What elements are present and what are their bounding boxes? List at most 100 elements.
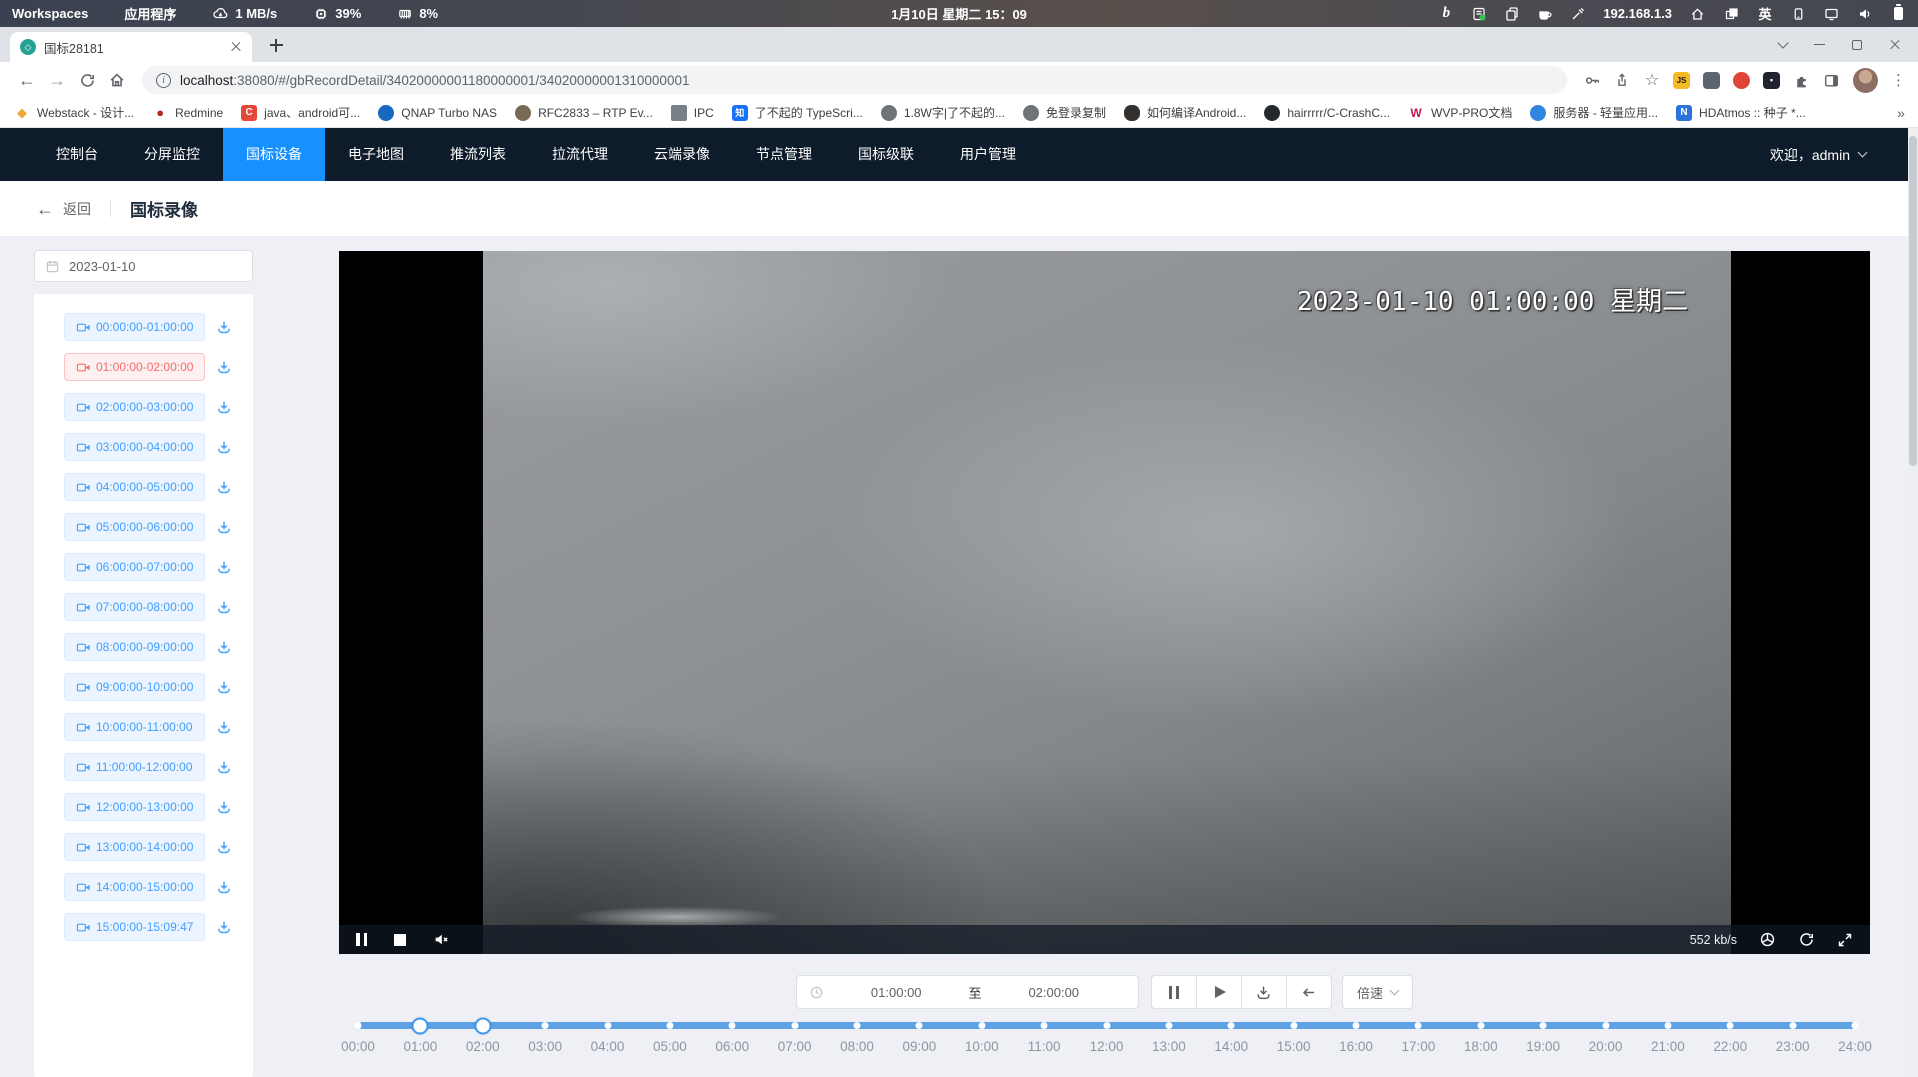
nav-tab[interactable]: 云端录像 (631, 128, 733, 181)
download-icon[interactable] (216, 559, 232, 575)
bookmark[interactable]: 服务器 - 轻量应用... (1530, 104, 1658, 121)
side-panel-icon[interactable] (1823, 72, 1840, 89)
download-icon[interactable] (216, 359, 232, 375)
new-tab-button[interactable] (262, 32, 290, 58)
tab-search-chevron-icon[interactable] (1777, 37, 1788, 48)
download-icon[interactable] (216, 479, 232, 495)
download-icon[interactable] (216, 519, 232, 535)
download-icon[interactable] (216, 879, 232, 895)
refresh-icon[interactable] (1798, 931, 1815, 948)
recording-button[interactable]: 14:00:00-15:00:00 (64, 873, 205, 901)
network-speed-indicator[interactable]: 1 MB/s (212, 6, 277, 22)
bookmark[interactable]: IPC (671, 105, 714, 121)
time-range-picker[interactable]: 01:00:00 至 02:00:00 (796, 975, 1139, 1009)
play-button[interactable] (1196, 975, 1242, 1009)
bookmark[interactable]: 免登录复制 (1023, 104, 1106, 121)
volume-icon[interactable] (1857, 5, 1873, 23)
share-icon[interactable] (1607, 65, 1637, 95)
download-icon[interactable] (216, 919, 232, 935)
nav-tab[interactable]: 国标设备 (223, 128, 325, 181)
display-icon[interactable] (1823, 5, 1840, 23)
back-button[interactable]: ← 返回 (36, 199, 91, 219)
page-scrollbar[interactable] (1908, 128, 1918, 1077)
download-icon[interactable] (216, 639, 232, 655)
nav-tab[interactable]: 控制台 (33, 128, 121, 181)
scrollbar-thumb[interactable] (1909, 136, 1917, 466)
browser-tab[interactable]: ◇ 国标28181 (10, 32, 252, 62)
extension-dark-icon[interactable]: ▪ (1763, 72, 1780, 89)
recording-button[interactable]: 07:00:00-08:00:00 (64, 593, 205, 621)
bookmark[interactable]: N HDAtmos :: 种子 *... (1676, 104, 1806, 121)
download-button[interactable] (1241, 975, 1287, 1009)
workspaces-switcher-icon[interactable] (1723, 5, 1740, 23)
download-icon[interactable] (216, 439, 232, 455)
download-icon[interactable] (216, 759, 232, 775)
caffeine-cup-icon[interactable] (1537, 5, 1553, 23)
window-minimize-icon[interactable] (1814, 44, 1825, 46)
pause-icon[interactable] (356, 933, 367, 946)
url-bar[interactable]: i localhost:38080/#/gbRecordDetail/34020… (142, 66, 1567, 94)
fullscreen-icon[interactable] (1837, 932, 1853, 948)
window-maximize-icon[interactable] (1852, 40, 1862, 50)
cpu-indicator[interactable]: 39% (313, 6, 361, 22)
back-icon[interactable]: ← (12, 65, 42, 95)
nav-tab[interactable]: 分屏监控 (121, 128, 223, 181)
download-icon[interactable] (216, 319, 232, 335)
forward-icon[interactable]: → (42, 65, 72, 95)
download-icon[interactable] (216, 719, 232, 735)
password-key-icon[interactable] (1577, 65, 1607, 95)
bookmark[interactable]: 如何编译Android... (1124, 104, 1246, 121)
reload-icon[interactable] (72, 65, 102, 95)
speed-dropdown[interactable]: 倍速 (1342, 975, 1413, 1009)
mute-icon[interactable] (433, 931, 450, 948)
browser-home-icon[interactable] (102, 65, 132, 95)
download-icon[interactable] (216, 799, 232, 815)
bookmark[interactable]: QNAP Turbo NAS (378, 105, 497, 121)
recording-button[interactable]: 10:00:00-11:00:00 (64, 713, 205, 741)
download-icon[interactable] (216, 599, 232, 615)
stop-icon[interactable] (394, 934, 406, 946)
bookmark[interactable]: 1.8W字|了不起的... (881, 104, 1005, 121)
recording-button[interactable]: 15:00:00-15:09:47 (64, 913, 205, 941)
extension-grey-icon[interactable] (1703, 72, 1720, 89)
recording-button[interactable]: 00:00:00-01:00:00 (64, 313, 205, 341)
home-icon[interactable] (1689, 5, 1706, 23)
battery-icon[interactable] (1890, 5, 1906, 23)
profile-avatar[interactable] (1853, 68, 1878, 93)
bookmark-star-icon[interactable]: ☆ (1637, 65, 1667, 95)
recording-button[interactable]: 13:00:00-14:00:00 (64, 833, 205, 861)
recording-button[interactable]: 04:00:00-05:00:00 (64, 473, 205, 501)
screenshot-indicator-icon[interactable] (1471, 5, 1487, 23)
extensions-puzzle-icon[interactable] (1793, 72, 1810, 89)
tab-close-icon[interactable] (230, 41, 242, 53)
recording-button[interactable]: 03:00:00-04:00:00 (64, 433, 205, 461)
applications-button[interactable]: 应用程序 (124, 4, 176, 23)
user-menu[interactable]: 欢迎，admin (1770, 128, 1866, 181)
bookmark[interactable]: RFC2833 – RTP Ev... (515, 105, 653, 121)
bookmark[interactable]: hairrrrr/C-CrashC... (1264, 105, 1390, 121)
workspaces-button[interactable]: Workspaces (12, 6, 88, 21)
clipboard-copy-icon[interactable] (1504, 5, 1520, 23)
bookmark[interactable]: ◆ Webstack - 设计... (14, 104, 134, 121)
bookmarks-overflow-chevron[interactable]: » (1884, 98, 1918, 127)
nav-tab[interactable]: 电子地图 (325, 128, 427, 181)
recording-button[interactable]: 02:00:00-03:00:00 (64, 393, 205, 421)
recording-button[interactable]: 06:00:00-07:00:00 (64, 553, 205, 581)
range-start-value[interactable]: 01:00:00 (824, 985, 969, 1000)
recording-button[interactable]: 08:00:00-09:00:00 (64, 633, 205, 661)
range-end-value[interactable]: 02:00:00 (982, 985, 1127, 1000)
nav-tab[interactable]: 国标级联 (835, 128, 937, 181)
site-info-icon[interactable]: i (156, 73, 171, 88)
system-clock[interactable]: 1月10日 星期二 15：09 (891, 4, 1027, 23)
download-icon[interactable] (216, 839, 232, 855)
bookmark[interactable]: ● Redmine (152, 105, 223, 121)
recording-button[interactable]: 01:00:00-02:00:00 (64, 353, 205, 381)
timeline-track[interactable] (358, 1022, 1855, 1029)
pause-button[interactable] (1151, 975, 1197, 1009)
nav-tab[interactable]: 推流列表 (427, 128, 529, 181)
seek-back-button[interactable] (1286, 975, 1332, 1009)
memory-indicator[interactable]: 8% (397, 6, 438, 22)
download-icon[interactable] (216, 399, 232, 415)
nav-tab[interactable]: 拉流代理 (529, 128, 631, 181)
menu-kebab-icon[interactable]: ⋮ (1891, 71, 1906, 89)
